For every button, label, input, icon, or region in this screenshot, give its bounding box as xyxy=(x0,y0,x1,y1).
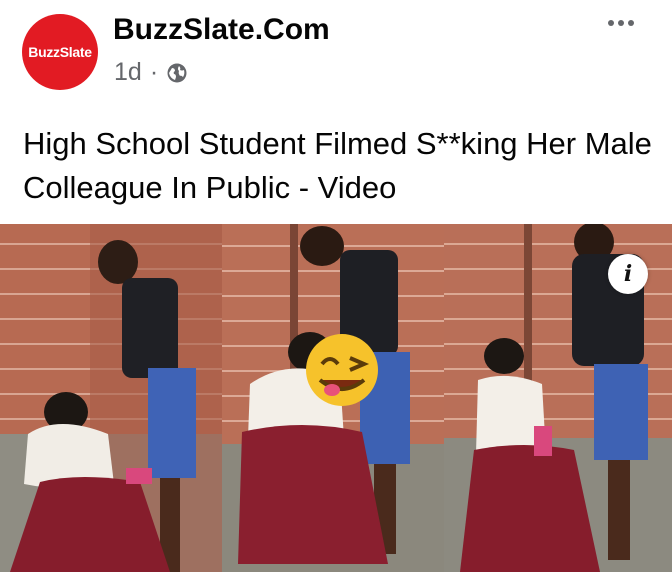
info-icon[interactable]: i xyxy=(608,254,648,294)
more-dot xyxy=(618,20,624,26)
globe-icon[interactable] xyxy=(166,62,188,84)
timestamp-link[interactable]: 1d xyxy=(114,58,142,87)
more-dot xyxy=(608,20,614,26)
winking-face-icon xyxy=(306,334,378,406)
page-name-link[interactable]: BuzzSlate.Com xyxy=(113,13,330,47)
avatar-logo-text: BuzzSlate xyxy=(28,44,92,60)
post-header: BuzzSlate BuzzSlate.Com 1d · xyxy=(0,0,672,110)
avatar[interactable]: BuzzSlate xyxy=(22,14,98,90)
more-dot xyxy=(628,20,634,26)
video-frame-2 xyxy=(222,224,444,572)
post-meta: 1d · xyxy=(114,58,188,87)
more-options-icon[interactable] xyxy=(608,18,638,28)
post-headline[interactable]: High School Student Filmed S**king Her M… xyxy=(23,122,653,210)
meta-separator: · xyxy=(149,58,159,86)
post-media-image[interactable]: i xyxy=(0,224,672,572)
video-frame-1 xyxy=(0,224,222,572)
